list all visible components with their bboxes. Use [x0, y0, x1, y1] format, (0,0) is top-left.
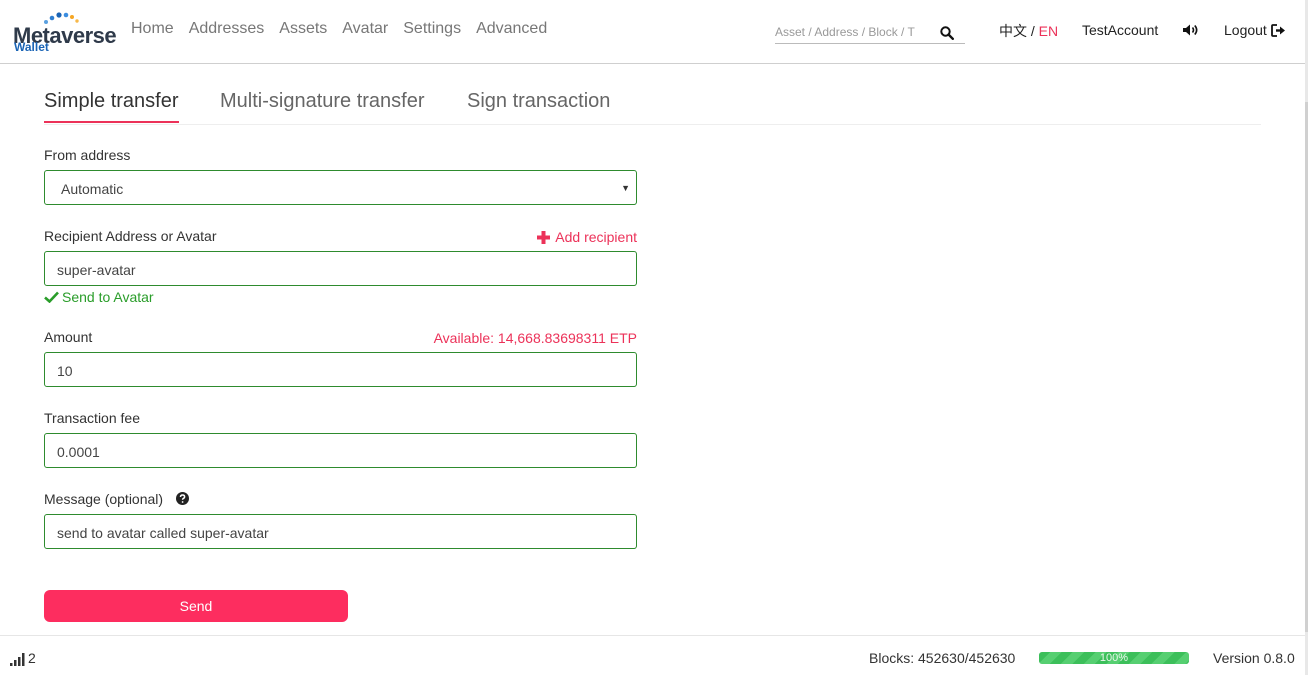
- logo-subtitle: Wallet: [14, 40, 49, 54]
- amount-value: 10: [57, 363, 73, 379]
- volume-icon[interactable]: [1182, 23, 1200, 37]
- tab-sign-transaction[interactable]: Sign transaction: [467, 90, 610, 113]
- dropdown-caret-icon: ▼: [621, 183, 630, 193]
- search-bar: [775, 23, 965, 44]
- search-input[interactable]: [775, 23, 930, 41]
- recipient-status-text: Send to Avatar: [62, 289, 154, 305]
- logout-button[interactable]: Logout: [1224, 22, 1286, 38]
- lang-separator: /: [1027, 23, 1039, 39]
- nav-avatar[interactable]: Avatar: [342, 20, 388, 38]
- status-footer: 2 Blocks: 452630/452630 100% Version 0.8…: [0, 635, 1305, 676]
- message-input[interactable]: send to avatar called super-avatar: [44, 514, 637, 549]
- recipient-input[interactable]: super-avatar: [44, 251, 637, 286]
- sync-progress-bar: 100%: [1039, 652, 1189, 664]
- metaverse-logo[interactable]: Metaverse Wallet: [13, 12, 117, 56]
- sync-progress-label: 100%: [1099, 652, 1129, 664]
- tab-simple-transfer[interactable]: Simple transfer: [44, 90, 179, 113]
- lang-chinese-option[interactable]: 中文: [999, 23, 1027, 39]
- transaction-fee-label: Transaction fee: [44, 410, 140, 426]
- search-icon[interactable]: [940, 26, 954, 40]
- add-recipient-label: Add recipient: [555, 229, 637, 245]
- nav-addresses[interactable]: Addresses: [189, 20, 265, 38]
- signal-bars-icon: [10, 653, 25, 666]
- recipient-label: Recipient Address or Avatar: [44, 228, 217, 244]
- app-version: Version 0.8.0: [1213, 650, 1295, 666]
- transaction-fee-input[interactable]: 0.0001: [44, 433, 637, 468]
- send-label: Send: [179, 598, 213, 614]
- logout-label: Logout: [1224, 22, 1267, 38]
- from-address-label: From address: [44, 147, 131, 163]
- plus-icon: [537, 230, 551, 244]
- nav-home[interactable]: Home: [131, 20, 174, 38]
- active-tab-indicator: [44, 121, 179, 123]
- message-label: Message (optional): [44, 491, 164, 507]
- nav-settings[interactable]: Settings: [403, 20, 461, 38]
- nav-assets[interactable]: Assets: [279, 20, 327, 38]
- nav-advanced[interactable]: Advanced: [476, 20, 547, 38]
- available-balance: Available: 14,668.83698311 ETP: [433, 330, 637, 346]
- account-name[interactable]: TestAccount: [1082, 22, 1158, 38]
- send-button[interactable]: Send: [44, 590, 348, 622]
- recipient-validation: Send to Avatar: [44, 289, 154, 305]
- amount-label: Amount: [44, 329, 93, 345]
- message-value: send to avatar called super-avatar: [57, 525, 269, 541]
- peer-count: 2: [10, 650, 36, 666]
- checkmark-icon: [44, 291, 59, 303]
- main-nav: Home Addresses Assets Avatar Settings Ad…: [131, 20, 562, 38]
- peer-count-value: 2: [28, 650, 36, 666]
- add-recipient-link[interactable]: Add recipient: [537, 229, 637, 245]
- from-address-value: Automatic: [61, 181, 124, 197]
- tab-multi-signature-transfer[interactable]: Multi-signature transfer: [220, 90, 425, 113]
- transaction-fee-value: 0.0001: [57, 444, 100, 460]
- block-height: Blocks: 452630/452630: [869, 650, 1016, 666]
- top-header: Metaverse Wallet Home Addresses Assets A…: [0, 0, 1305, 64]
- question-circle-icon[interactable]: [176, 492, 189, 505]
- from-address-select[interactable]: Automatic ▼: [44, 170, 637, 205]
- language-switcher: 中文 / EN: [999, 21, 1058, 41]
- sign-out-icon: [1270, 23, 1285, 37]
- amount-input[interactable]: 10: [44, 352, 637, 387]
- recipient-value: super-avatar: [57, 262, 136, 278]
- lang-english-option[interactable]: EN: [1039, 23, 1058, 39]
- transfer-tabs: Simple transfer Multi-signature transfer…: [44, 88, 1261, 125]
